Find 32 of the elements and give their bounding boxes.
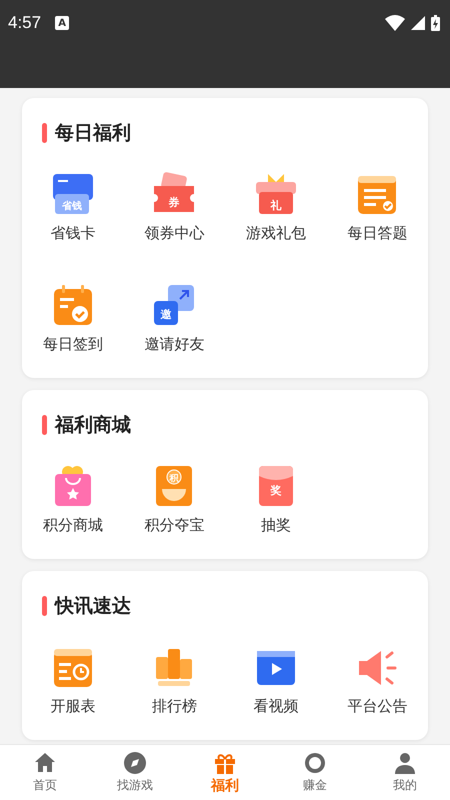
- section-title: 每日福利: [55, 121, 131, 146]
- nav-tab[interactable]: 我的: [360, 745, 450, 800]
- wifi-icon: [385, 15, 405, 31]
- coin-icon: [303, 751, 327, 775]
- feature-label[interactable]: 积分商城: [42, 516, 103, 535]
- feature-label[interactable]: 省钱卡: [50, 224, 96, 243]
- feature-label[interactable]: 抽奖: [260, 516, 291, 535]
- notification-icon: A: [55, 16, 70, 30]
- feature-label[interactable]: 平台公告: [347, 697, 408, 716]
- feature-label[interactable]: 游戏礼包: [246, 224, 306, 243]
- title-accent: [42, 415, 47, 435]
- title-accent: [42, 596, 47, 616]
- feature-label[interactable]: 邀请好友: [144, 335, 204, 354]
- feature-label[interactable]: 每日答题: [347, 224, 408, 243]
- clock: 4:57: [8, 13, 42, 33]
- nav-tab[interactable]: 找游戏: [90, 745, 180, 800]
- feature-label[interactable]: 积分夺宝: [144, 516, 204, 535]
- battery-icon: [431, 15, 440, 31]
- feature-label[interactable]: 开服表: [50, 697, 96, 716]
- nav-tab[interactable]: 赚金: [270, 745, 360, 800]
- nav-tab[interactable]: 首页: [0, 745, 90, 800]
- section-title: 快讯速达: [55, 594, 131, 619]
- compass-icon: [123, 751, 147, 775]
- home-icon: [33, 751, 57, 775]
- feature-label[interactable]: 看视频: [253, 697, 298, 716]
- title-accent: [42, 123, 47, 143]
- section-title: 福利商城: [55, 413, 131, 438]
- signal-icon: [411, 16, 425, 30]
- feature-label[interactable]: 领券中心: [144, 224, 204, 243]
- feature-label[interactable]: 每日签到: [42, 335, 103, 354]
- person-icon: [393, 751, 417, 775]
- feature-label[interactable]: 排行榜: [152, 697, 197, 716]
